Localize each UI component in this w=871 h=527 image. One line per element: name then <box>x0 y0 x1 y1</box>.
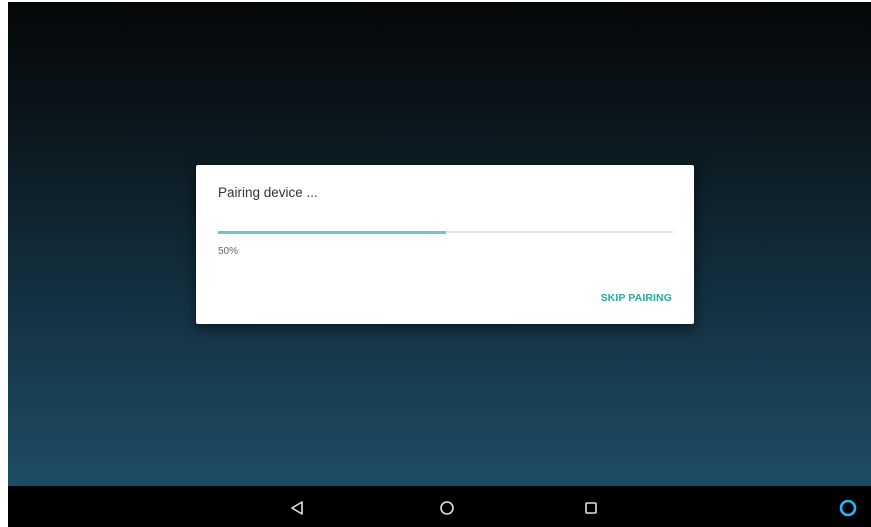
back-triangle-icon <box>291 501 303 515</box>
progress-percent-label: 50% <box>218 246 239 257</box>
skip-pairing-button[interactable]: SKIP PAIRING <box>601 292 672 304</box>
dialog-title: Pairing device ... <box>218 185 318 200</box>
assistant-ring-icon <box>839 499 857 517</box>
pairing-dialog: Pairing device ... 50% SKIP PAIRING <box>196 165 694 324</box>
recents-square-icon <box>585 502 597 514</box>
progress-bar <box>218 230 673 234</box>
back-button[interactable] <box>285 496 309 520</box>
app-background: Pairing device ... 50% SKIP PAIRING <box>8 2 871 486</box>
home-circle-icon <box>440 501 454 515</box>
progress-bar-fill <box>218 230 446 234</box>
assistant-button[interactable] <box>836 496 860 520</box>
navigation-bar <box>8 486 871 527</box>
home-button[interactable] <box>435 496 459 520</box>
recents-button[interactable] <box>579 496 603 520</box>
device-screen: Pairing device ... 50% SKIP PAIRING <box>8 2 871 527</box>
